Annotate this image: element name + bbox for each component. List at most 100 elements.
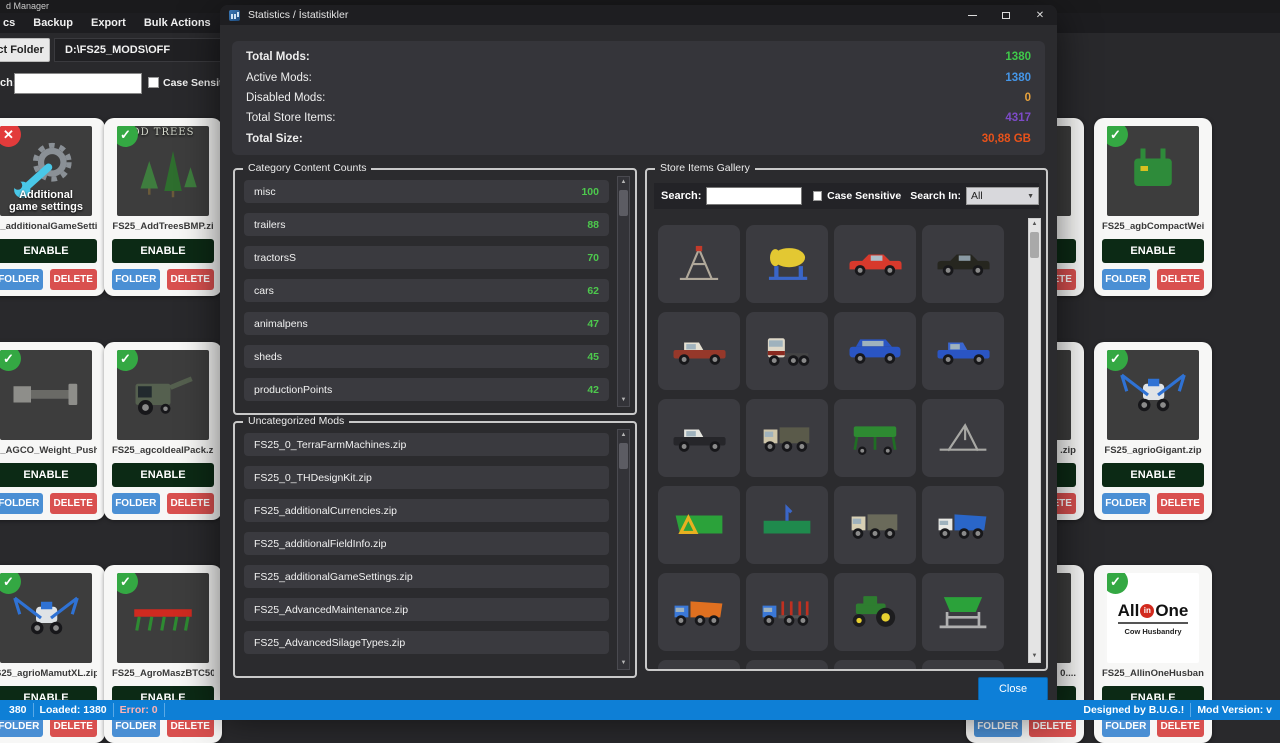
store-item-tractor-icon[interactable] bbox=[834, 573, 916, 651]
category-row-sheds[interactable]: sheds 45 bbox=[244, 345, 609, 368]
case-sensitive-checkbox[interactable] bbox=[148, 77, 159, 88]
folder-button[interactable]: FOLDER bbox=[1102, 269, 1150, 290]
category-row-animalpens[interactable]: animalpens47 bbox=[244, 312, 609, 335]
uncategorized-mod-row[interactable]: FS25_0_THDesignKit.zip bbox=[244, 466, 609, 489]
category-count: 70 bbox=[587, 252, 599, 264]
store-item-hidden-icon[interactable] bbox=[658, 660, 740, 669]
scrollbar-thumb[interactable] bbox=[619, 190, 628, 216]
store-item-semi-truck-icon[interactable] bbox=[746, 312, 828, 390]
category-scrollbar[interactable]: ▲ ▼ bbox=[617, 176, 630, 407]
card-actions: FOLDER DELETE bbox=[1102, 493, 1204, 514]
mod-thumbnail: ✓ bbox=[1107, 126, 1199, 216]
folder-button[interactable]: FOLDER bbox=[112, 493, 160, 514]
store-item-hidden-icon[interactable] bbox=[922, 660, 1004, 669]
delete-button[interactable]: DELETE bbox=[1157, 269, 1205, 290]
store-item-suv-icon[interactable] bbox=[834, 312, 916, 390]
mod-thumbnail: ✓ bbox=[117, 573, 209, 663]
category-name: sheds bbox=[254, 351, 282, 363]
enable-button[interactable]: ENABLE bbox=[1102, 463, 1204, 487]
close-window-button[interactable]: ✕ bbox=[1023, 5, 1057, 25]
category-row-trailers[interactable]: trailers88 bbox=[244, 213, 609, 236]
uncategorized-mod-row[interactable]: FS25_additionalGameSettings.zip bbox=[244, 565, 609, 588]
category-name: animalpens bbox=[254, 318, 308, 330]
scroll-down-icon[interactable]: ▼ bbox=[621, 395, 627, 406]
category-row-cars[interactable]: cars62 bbox=[244, 279, 609, 302]
mod-filename: FS25_agcoIdealPack.zi bbox=[112, 445, 214, 458]
enable-button[interactable]: ENABLE bbox=[112, 463, 214, 487]
category-count: 45 bbox=[587, 351, 599, 363]
maximize-button[interactable] bbox=[989, 5, 1023, 25]
store-item-mixer-icon[interactable] bbox=[746, 225, 828, 303]
menu-item-export[interactable]: Export bbox=[91, 17, 126, 29]
store-item-dump-truck-icon[interactable] bbox=[658, 573, 740, 651]
store-item-classic-car-icon[interactable] bbox=[834, 225, 916, 303]
scrollbar-thumb[interactable] bbox=[619, 443, 628, 469]
mod-filename: FS25_additionalFieldInfo.zip bbox=[254, 538, 387, 550]
mod-card: ✓ FS25_agbCompactWeight.... ENABLE FOLDER DE… bbox=[1094, 118, 1212, 296]
mod-filename: FS25_agbCompactWeight.... bbox=[1102, 221, 1204, 234]
store-item-a-frame-icon[interactable] bbox=[922, 399, 1004, 477]
store-item-hidden-icon[interactable] bbox=[834, 660, 916, 669]
store-item-dump-truck-icon[interactable] bbox=[922, 486, 1004, 564]
statistics-dialog-icon bbox=[229, 10, 240, 21]
delete-button[interactable]: DELETE bbox=[167, 269, 215, 290]
store-item-pickup-icon[interactable] bbox=[922, 312, 1004, 390]
folder-button[interactable]: FOLDER bbox=[112, 269, 160, 290]
menu-item-backup[interactable]: Backup bbox=[33, 17, 73, 29]
delete-button[interactable]: DELETE bbox=[1157, 493, 1205, 514]
folder-button[interactable]: FOLDER bbox=[0, 269, 43, 290]
uncategorized-mod-row[interactable]: FS25_additionalCurrencies.zip bbox=[244, 499, 609, 522]
scroll-up-icon[interactable]: ▲ bbox=[1032, 219, 1038, 230]
status-segment-error-0: Error: 0 bbox=[114, 704, 164, 716]
folder-button[interactable]: FOLDER bbox=[1102, 493, 1150, 514]
store-item-log-truck-icon[interactable] bbox=[746, 573, 828, 651]
store-item-bucket-icon[interactable] bbox=[658, 486, 740, 564]
gallery-search-input[interactable] bbox=[706, 187, 802, 205]
scroll-down-icon[interactable]: ▼ bbox=[621, 658, 627, 669]
delete-button[interactable]: DELETE bbox=[50, 493, 98, 514]
mod-filename: 5_AGCO_Weight_Push... bbox=[0, 445, 97, 458]
minimize-button[interactable] bbox=[955, 5, 989, 25]
enable-button[interactable]: ENABLE bbox=[112, 239, 214, 263]
store-item-pickup-icon[interactable] bbox=[658, 312, 740, 390]
category-row-productionpoints[interactable]: productionPoints42 bbox=[244, 378, 609, 401]
delete-button[interactable]: DELETE bbox=[50, 269, 98, 290]
store-item-military-truck-icon[interactable] bbox=[834, 486, 916, 564]
category-name: trailers bbox=[254, 219, 286, 231]
main-search-input[interactable] bbox=[14, 73, 142, 94]
delete-button[interactable]: DELETE bbox=[167, 493, 215, 514]
dialog-titlebar[interactable]: Statistics / İstatistikler ✕ bbox=[220, 5, 1057, 25]
enable-button[interactable]: ENABLE bbox=[0, 463, 97, 487]
menu-item-bulk-actions[interactable]: Bulk Actions bbox=[144, 17, 211, 29]
search-in-dropdown[interactable]: All ▼ bbox=[966, 187, 1039, 205]
store-item-seeder-icon[interactable] bbox=[834, 399, 916, 477]
store-item-hopper-icon[interactable] bbox=[922, 573, 1004, 651]
store-item-hidden-icon[interactable] bbox=[746, 660, 828, 669]
enable-button[interactable]: ENABLE bbox=[0, 239, 97, 263]
category-list: misc100 trailers88 tractorsS70 cars62 animal… bbox=[244, 180, 609, 407]
scrollbar-thumb[interactable] bbox=[1030, 232, 1039, 258]
gallery-case-sensitive-checkbox[interactable] bbox=[813, 191, 822, 201]
uncategorized-mod-row[interactable]: FS25_AdvancedMaintenance.zip bbox=[244, 598, 609, 621]
select-folder-button[interactable]: lect Folder bbox=[0, 38, 50, 62]
store-item-leveler-icon[interactable] bbox=[746, 486, 828, 564]
scroll-down-icon[interactable]: ▼ bbox=[1032, 651, 1038, 662]
menu-item-cs[interactable]: cs bbox=[3, 17, 15, 29]
store-item-pickup-icon[interactable] bbox=[658, 399, 740, 477]
store-item-classic-car-icon[interactable] bbox=[922, 225, 1004, 303]
close-button[interactable]: Close bbox=[978, 677, 1048, 701]
store-item-frame-icon[interactable] bbox=[658, 225, 740, 303]
uncategorized-mod-row[interactable]: FS25_additionalFieldInfo.zip bbox=[244, 532, 609, 555]
uncategorized-mod-row[interactable]: FS25_AdvancedSilageTypes.zip bbox=[244, 631, 609, 654]
uncategorized-mod-row[interactable]: FS25_0_TerraFarmMachines.zip bbox=[244, 433, 609, 456]
gallery-scrollbar[interactable]: ▲ ▼ bbox=[1028, 218, 1041, 663]
status-segment-mod-version-v: Mod Version: v bbox=[1191, 704, 1278, 716]
store-item-military-truck-icon[interactable] bbox=[746, 399, 828, 477]
enable-button[interactable]: ENABLE bbox=[1102, 239, 1204, 263]
folder-button[interactable]: FOLDER bbox=[0, 493, 43, 514]
category-row-tractorss[interactable]: tractorsS70 bbox=[244, 246, 609, 269]
category-row-misc[interactable]: misc100 bbox=[244, 180, 609, 203]
uncategorized-scrollbar[interactable]: ▲ ▼ bbox=[617, 429, 630, 670]
scroll-up-icon[interactable]: ▲ bbox=[621, 430, 627, 441]
scroll-up-icon[interactable]: ▲ bbox=[621, 177, 627, 188]
